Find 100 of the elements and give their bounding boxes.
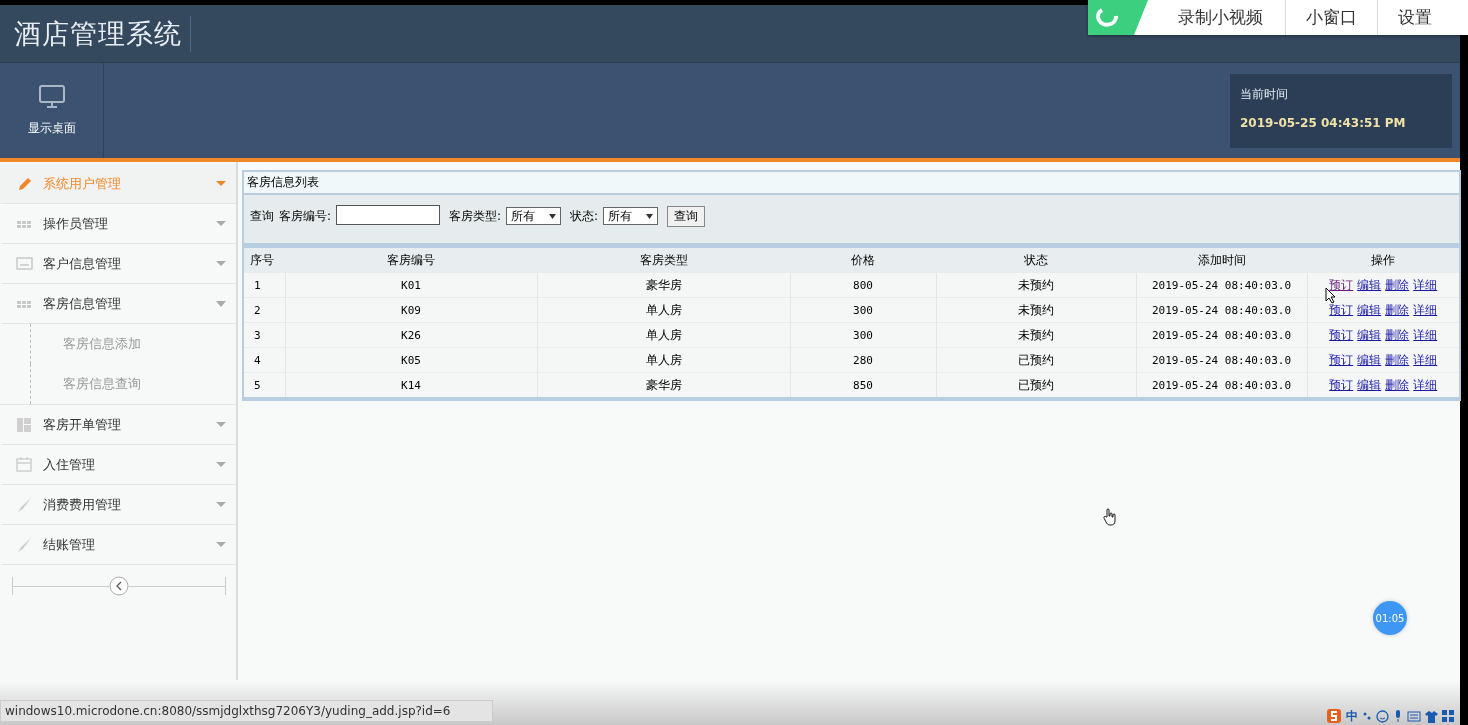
pencil-icon <box>16 175 33 192</box>
table-cell: K26 <box>285 322 537 348</box>
punctuation-icon[interactable] <box>1362 710 1372 722</box>
sidebar-item[interactable]: 入住管理 <box>0 445 236 485</box>
action-link[interactable]: 编辑 <box>1357 352 1382 367</box>
ime-logo-icon[interactable] <box>1326 708 1342 724</box>
action-link[interactable]: 预订 <box>1329 377 1354 392</box>
current-time: 2019-05-25 04:43:51 PM <box>1240 115 1407 130</box>
action-link[interactable]: 编辑 <box>1357 327 1382 342</box>
action-link[interactable]: 详细 <box>1413 302 1438 317</box>
table-cell: 单人房 <box>537 347 790 373</box>
table-cell: K01 <box>285 272 537 298</box>
table-cell: 2019-05-24 08:40:03.0 <box>1136 297 1307 323</box>
table-cell: 豪华房 <box>537 272 790 298</box>
table-cell: 未预约 <box>936 272 1136 298</box>
action-link[interactable]: 详细 <box>1413 352 1438 367</box>
ime-mode-indicator[interactable]: 中 <box>1346 707 1358 725</box>
action-link[interactable]: 详细 <box>1413 377 1438 392</box>
caret-icon <box>216 501 226 508</box>
caret-icon <box>216 461 226 468</box>
action-link[interactable]: 删除 <box>1385 277 1410 292</box>
table-cell: 2 <box>244 297 285 323</box>
table-cell: 未预约 <box>936 297 1136 323</box>
column-header: 客房类型 <box>537 248 790 273</box>
column-header: 状态 <box>936 248 1136 273</box>
room-number-field[interactable] <box>336 205 441 225</box>
keyboard-icon[interactable] <box>1407 710 1421 722</box>
dropdown-caret-icon <box>646 213 654 219</box>
column-header: 操作 <box>1307 248 1459 273</box>
action-link[interactable]: 删除 <box>1385 352 1410 367</box>
sidebar-item[interactable]: 客房开单管理 <box>0 405 236 445</box>
action-link[interactable]: 编辑 <box>1357 302 1382 317</box>
recorder-button[interactable]: 小窗口 <box>1285 0 1377 35</box>
table-cell: 2019-05-24 08:40:03.0 <box>1136 347 1307 373</box>
monitor-icon <box>37 84 66 110</box>
panel-title: 客房信息列表 <box>247 174 319 191</box>
action-link[interactable]: 预订 <box>1329 302 1354 317</box>
table-cell: K09 <box>285 297 537 323</box>
table-cell: 2019-05-24 08:40:03.0 <box>1136 322 1307 348</box>
layout-icon <box>16 416 33 433</box>
brush-icon <box>16 496 33 513</box>
caret-icon <box>216 220 226 227</box>
table-cell: 5 <box>244 372 285 397</box>
caret-icon <box>216 300 226 307</box>
query-button[interactable]: 查询 <box>667 206 706 227</box>
sidebar-item[interactable]: 结账管理 <box>0 525 236 565</box>
action-link[interactable]: 编辑 <box>1357 277 1382 292</box>
caret-icon <box>216 541 226 548</box>
shirt-icon[interactable] <box>1425 709 1438 723</box>
field-label: 状态: <box>570 208 599 225</box>
show-desktop-button[interactable]: 显示桌面 <box>0 63 104 158</box>
column-header: 客房编号 <box>285 248 537 273</box>
caret-icon <box>216 180 226 187</box>
grid-icon[interactable] <box>1442 710 1454 722</box>
timer-badge: 01:05 <box>1373 601 1407 635</box>
table-cell: 280 <box>790 347 936 373</box>
recorder-button[interactable]: 录制小视频 <box>1148 0 1285 35</box>
query-label: 查询 <box>250 208 274 225</box>
sidebar-item[interactable]: 客户信息管理 <box>0 244 236 284</box>
table-cell: K05 <box>285 347 537 373</box>
column-header: 序号 <box>244 248 285 273</box>
status-url: windows10.microdone.cn:8080/ssmjdglxthsg7206Y3/yuding_add.jsp?id=6 <box>0 700 493 722</box>
table-cell: 豪华房 <box>537 372 790 397</box>
table-cell: 单人房 <box>537 297 790 323</box>
time-label: 当前时间 <box>1240 85 1289 103</box>
recorder-button[interactable]: 设置 <box>1377 0 1452 35</box>
caret-icon <box>216 260 226 267</box>
action-link[interactable]: 预订 <box>1329 277 1354 292</box>
field-label: 客房编号: <box>279 208 332 225</box>
table-cell: 850 <box>790 372 936 397</box>
sidebar-item[interactable]: 客房信息管理 <box>0 284 236 324</box>
table-cell: 300 <box>790 322 936 348</box>
table-cell: 2019-05-24 08:40:03.0 <box>1136 272 1307 298</box>
action-link[interactable]: 详细 <box>1413 327 1438 342</box>
column-header: 添加时间 <box>1136 248 1307 273</box>
table-cell: 4 <box>244 347 285 373</box>
card-icon <box>16 255 33 272</box>
dropdown-caret-icon <box>549 213 557 219</box>
action-link[interactable]: 预订 <box>1329 327 1354 342</box>
sidebar-item[interactable]: 消费费用管理 <box>0 485 236 525</box>
action-link[interactable]: 删除 <box>1385 327 1410 342</box>
action-link[interactable]: 编辑 <box>1357 377 1382 392</box>
emoji-icon[interactable] <box>1376 709 1389 723</box>
room-type-select[interactable]: 所有 <box>506 207 562 225</box>
table-cell: 2019-05-24 08:40:03.0 <box>1136 372 1307 397</box>
table-cell: 1 <box>244 272 285 298</box>
table-cell: 已预约 <box>936 347 1136 373</box>
action-link[interactable]: 删除 <box>1385 377 1410 392</box>
table-cell: 已预约 <box>936 372 1136 397</box>
action-link[interactable]: 详细 <box>1413 277 1438 292</box>
calendar-icon <box>16 456 33 473</box>
table-cell: 800 <box>790 272 936 298</box>
hand-cursor-icon <box>1103 508 1117 526</box>
sidebar-item[interactable]: 操作员管理 <box>0 204 236 244</box>
column-header: 价格 <box>790 248 936 273</box>
table-cell: 3 <box>244 322 285 348</box>
status-select[interactable]: 所有 <box>603 207 659 225</box>
action-link[interactable]: 删除 <box>1385 302 1410 317</box>
action-link[interactable]: 预订 <box>1329 352 1354 367</box>
field-label: 客房类型: <box>449 208 502 225</box>
